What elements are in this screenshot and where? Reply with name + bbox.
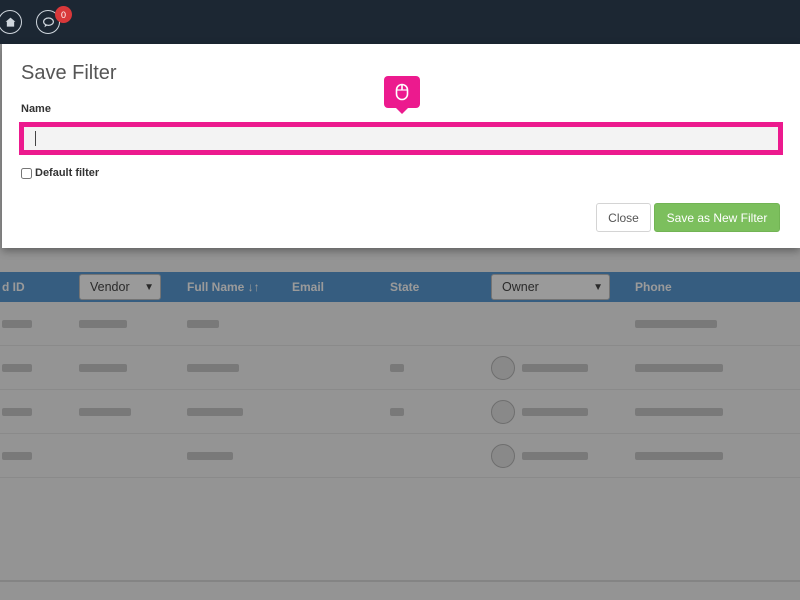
save-filter-dialog: Save Filter Name Default filter Close Sa…: [2, 44, 800, 248]
default-filter-option[interactable]: Default filter: [21, 167, 99, 179]
default-filter-label: Default filter: [35, 167, 100, 179]
filter-name-input[interactable]: [19, 122, 783, 155]
mouse-icon: [395, 83, 409, 101]
notification-badge: 0: [55, 6, 72, 23]
top-navbar: 0: [0, 0, 800, 44]
mouse-click-indicator: [384, 76, 420, 114]
name-label: Name: [21, 103, 51, 115]
text-cursor: [35, 131, 36, 146]
close-button[interactable]: Close: [596, 203, 651, 232]
default-filter-checkbox[interactable]: [21, 167, 32, 179]
save-as-new-filter-button[interactable]: Save as New Filter: [654, 203, 780, 232]
home-icon[interactable]: [0, 10, 22, 34]
dialog-title: Save Filter: [21, 62, 117, 84]
